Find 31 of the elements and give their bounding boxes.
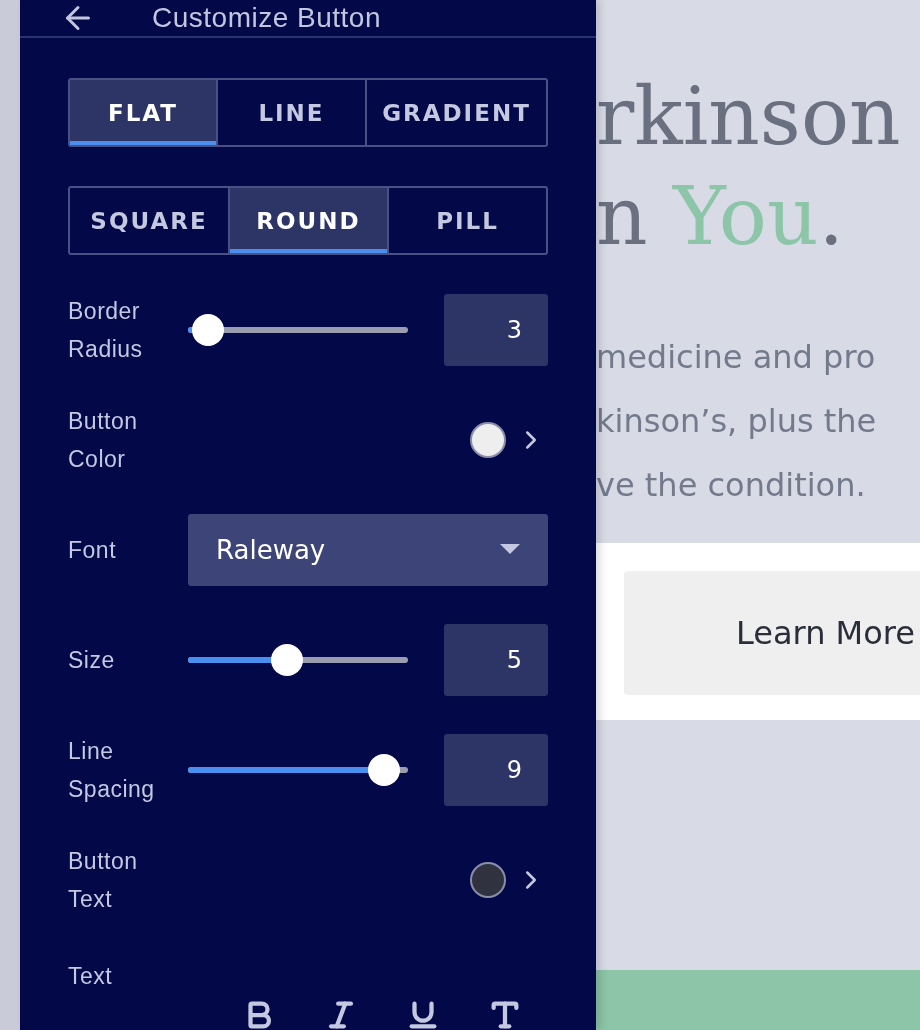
- slider-thumb[interactable]: [191, 314, 224, 346]
- paragraph-line: ve the condition.: [596, 464, 867, 506]
- color-swatch[interactable]: [470, 862, 506, 898]
- font-dropdown[interactable]: Raleway: [188, 514, 548, 586]
- value-field[interactable]: 9: [444, 734, 548, 806]
- value-field[interactable]: 3: [444, 294, 548, 366]
- row-label: Size: [68, 646, 116, 675]
- row-label: Button Text: [68, 847, 139, 914]
- paragraph-line: medicine and pro: [596, 336, 877, 378]
- paragraph-line: kinson’s, plus the: [596, 400, 878, 442]
- slider-thumb[interactable]: [367, 754, 400, 786]
- heading-word: .: [818, 170, 844, 264]
- heading-line: rkinson: [596, 69, 902, 166]
- row-label: Button Color: [68, 407, 139, 474]
- row-label: Text: [68, 962, 114, 991]
- value-field[interactable]: 5: [444, 624, 548, 696]
- row-label: Font: [68, 536, 118, 565]
- segment-tab[interactable]: ROUND: [230, 188, 389, 253]
- row-label: Line Spacing: [68, 737, 156, 804]
- segment-tab[interactable]: LINE: [218, 80, 367, 145]
- panel-title: Customize Button: [152, 2, 381, 34]
- color-swatch[interactable]: [470, 422, 506, 458]
- row-label: Border Radius: [68, 297, 144, 364]
- segment-tab[interactable]: PILL: [389, 188, 546, 253]
- heading-word: n: [596, 170, 649, 264]
- caret-icon: [500, 544, 520, 556]
- segment-tab[interactable]: GRADIENT: [367, 80, 546, 145]
- heading-word: You: [672, 170, 819, 264]
- slider-thumb[interactable]: [271, 644, 303, 676]
- segment-tab[interactable]: FLAT: [70, 80, 218, 145]
- learn-more-button[interactable]: Learn More: [624, 570, 920, 695]
